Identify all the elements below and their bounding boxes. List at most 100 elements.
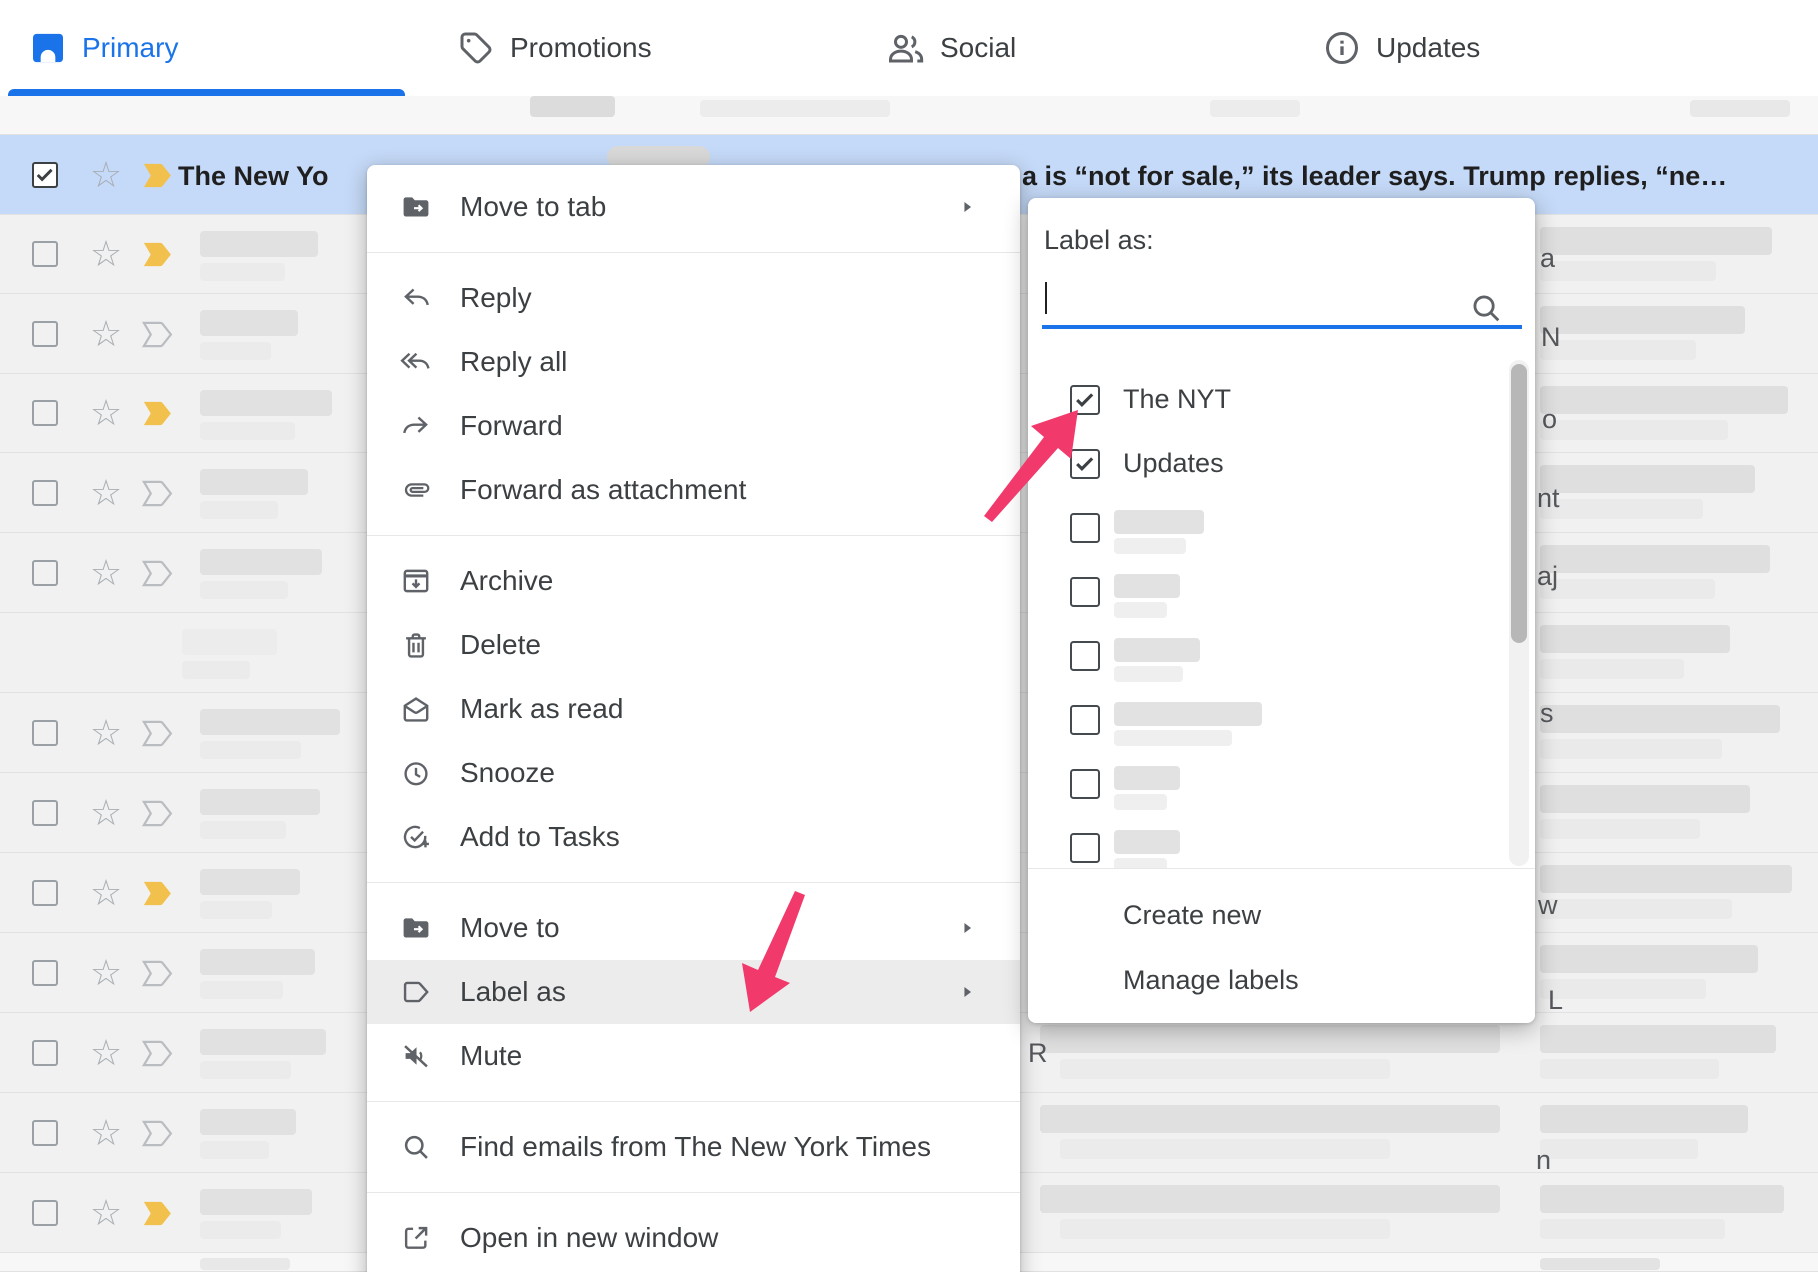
menu-item-label-as[interactable]: Label as bbox=[367, 960, 1020, 1024]
menu-item-move-to[interactable]: Move to bbox=[367, 896, 1020, 960]
importance-marker-icon[interactable] bbox=[142, 400, 174, 427]
label-checkbox[interactable] bbox=[1070, 513, 1100, 543]
menu-item-open-in-new-window[interactable]: Open in new window bbox=[367, 1206, 1020, 1270]
label-item[interactable] bbox=[1028, 496, 1535, 560]
importance-marker-icon[interactable] bbox=[142, 321, 174, 348]
star-icon[interactable]: ☆ bbox=[86, 314, 126, 354]
label-as-menu: Label as:The NYTUpdatesCreate newManage … bbox=[1028, 198, 1535, 1023]
blurred-content-block bbox=[200, 789, 320, 815]
menu-item-archive[interactable]: Archive bbox=[367, 549, 1020, 613]
select-checkbox[interactable] bbox=[32, 1200, 58, 1226]
importance-marker-icon[interactable] bbox=[142, 1040, 174, 1067]
blurred-content-block bbox=[1540, 1219, 1725, 1239]
menu-item-add-to-tasks[interactable]: Add to Tasks bbox=[367, 805, 1020, 869]
star-icon[interactable]: ☆ bbox=[86, 793, 126, 833]
tab-primary[interactable]: Primary bbox=[0, 0, 448, 96]
menu-item-reply-all[interactable]: Reply all bbox=[367, 330, 1020, 394]
menu-item-mute[interactable]: Mute bbox=[367, 1024, 1020, 1088]
importance-marker-icon[interactable] bbox=[142, 241, 174, 268]
label-checkbox[interactable] bbox=[1070, 833, 1100, 863]
blurred-content-block bbox=[1540, 306, 1745, 334]
blurred-content-block bbox=[1114, 538, 1186, 554]
select-checkbox[interactable] bbox=[32, 321, 58, 347]
star-icon[interactable]: ☆ bbox=[86, 155, 126, 195]
importance-marker-icon[interactable] bbox=[142, 162, 174, 189]
select-checkbox[interactable] bbox=[32, 560, 58, 586]
menu-item-move-to-tab[interactable]: Move to tab bbox=[367, 175, 1020, 239]
blurred-content-block bbox=[200, 821, 286, 839]
search-icon[interactable] bbox=[1468, 290, 1504, 326]
attachment-icon bbox=[400, 474, 432, 506]
select-checkbox[interactable] bbox=[32, 800, 58, 826]
label-checkbox[interactable] bbox=[1070, 705, 1100, 735]
select-checkbox[interactable] bbox=[32, 162, 58, 188]
gmail-screen: ☆The New Yoa is “not for sale,” its lead… bbox=[0, 0, 1818, 1272]
tab-updates[interactable]: Updates bbox=[1300, 0, 1762, 96]
select-checkbox[interactable] bbox=[32, 400, 58, 426]
blurred-content-block bbox=[1540, 739, 1722, 759]
menu-item-forward[interactable]: Forward bbox=[367, 394, 1020, 458]
blurred-content-block bbox=[200, 1109, 296, 1135]
label-item[interactable] bbox=[1028, 560, 1535, 624]
select-checkbox[interactable] bbox=[32, 960, 58, 986]
select-checkbox[interactable] bbox=[32, 1040, 58, 1066]
folder-move-icon bbox=[400, 912, 432, 944]
label-item[interactable] bbox=[1028, 816, 1535, 868]
select-checkbox[interactable] bbox=[32, 720, 58, 746]
importance-marker-icon[interactable] bbox=[142, 960, 174, 987]
tab-social[interactable]: Social bbox=[860, 0, 1326, 96]
tab-promotions[interactable]: Promotions bbox=[420, 0, 896, 96]
select-checkbox[interactable] bbox=[32, 241, 58, 267]
create-new-button[interactable]: Create new bbox=[1028, 884, 1535, 948]
menu-item-label: Move to tab bbox=[460, 191, 606, 223]
menu-item-snooze[interactable]: Snooze bbox=[367, 741, 1020, 805]
blurred-text-fragment: a bbox=[1540, 243, 1555, 274]
email-row[interactable] bbox=[0, 96, 1818, 135]
importance-marker-icon[interactable] bbox=[142, 1120, 174, 1147]
menu-item-delete[interactable]: Delete bbox=[367, 613, 1020, 677]
label-checkbox[interactable] bbox=[1070, 577, 1100, 607]
select-checkbox[interactable] bbox=[32, 880, 58, 906]
label-item-the-nyt[interactable]: The NYT bbox=[1028, 368, 1535, 432]
label-item[interactable] bbox=[1028, 752, 1535, 816]
label-checkbox[interactable] bbox=[1070, 641, 1100, 671]
label-list-scrollbar[interactable] bbox=[1509, 360, 1529, 866]
label-item[interactable] bbox=[1028, 624, 1535, 688]
star-icon[interactable]: ☆ bbox=[86, 553, 126, 593]
star-icon[interactable]: ☆ bbox=[86, 1113, 126, 1153]
star-icon[interactable]: ☆ bbox=[86, 393, 126, 433]
blurred-content-block bbox=[200, 501, 278, 519]
menu-item-mark-as-read[interactable]: Mark as read bbox=[367, 677, 1020, 741]
importance-marker-icon[interactable] bbox=[142, 1200, 174, 1227]
blurred-content-block bbox=[1540, 1185, 1784, 1213]
label-checkbox[interactable] bbox=[1070, 769, 1100, 799]
star-icon[interactable]: ☆ bbox=[86, 873, 126, 913]
menu-item-find-emails-from-the-new-york-times[interactable]: Find emails from The New York Times bbox=[367, 1115, 1020, 1179]
scrollbar-thumb[interactable] bbox=[1511, 364, 1527, 643]
label-item[interactable] bbox=[1028, 688, 1535, 752]
importance-marker-icon[interactable] bbox=[142, 560, 174, 587]
manage-labels-button[interactable]: Manage labels bbox=[1028, 949, 1535, 1013]
importance-marker-icon[interactable] bbox=[142, 880, 174, 907]
select-checkbox[interactable] bbox=[32, 1120, 58, 1146]
star-icon[interactable]: ☆ bbox=[86, 1033, 126, 1073]
blurred-content-block bbox=[1540, 945, 1758, 973]
importance-marker-icon[interactable] bbox=[142, 800, 174, 827]
star-icon[interactable]: ☆ bbox=[86, 473, 126, 513]
star-icon[interactable]: ☆ bbox=[86, 953, 126, 993]
label-search-input[interactable] bbox=[1042, 276, 1522, 324]
star-icon[interactable]: ☆ bbox=[86, 234, 126, 274]
menu-item-reply[interactable]: Reply bbox=[367, 266, 1020, 330]
label-item-updates[interactable]: Updates bbox=[1028, 432, 1535, 496]
star-icon[interactable]: ☆ bbox=[86, 1193, 126, 1233]
tab-label: Social bbox=[940, 32, 1016, 64]
select-checkbox[interactable] bbox=[32, 480, 58, 506]
label-checkbox[interactable] bbox=[1070, 449, 1100, 479]
trash-icon bbox=[400, 629, 432, 661]
label-checkbox[interactable] bbox=[1070, 385, 1100, 415]
importance-marker-icon[interactable] bbox=[142, 720, 174, 747]
star-icon[interactable]: ☆ bbox=[86, 713, 126, 753]
importance-marker-icon[interactable] bbox=[142, 480, 174, 507]
menu-item-forward-as-attachment[interactable]: Forward as attachment bbox=[367, 458, 1020, 522]
text-cursor bbox=[1045, 282, 1047, 314]
